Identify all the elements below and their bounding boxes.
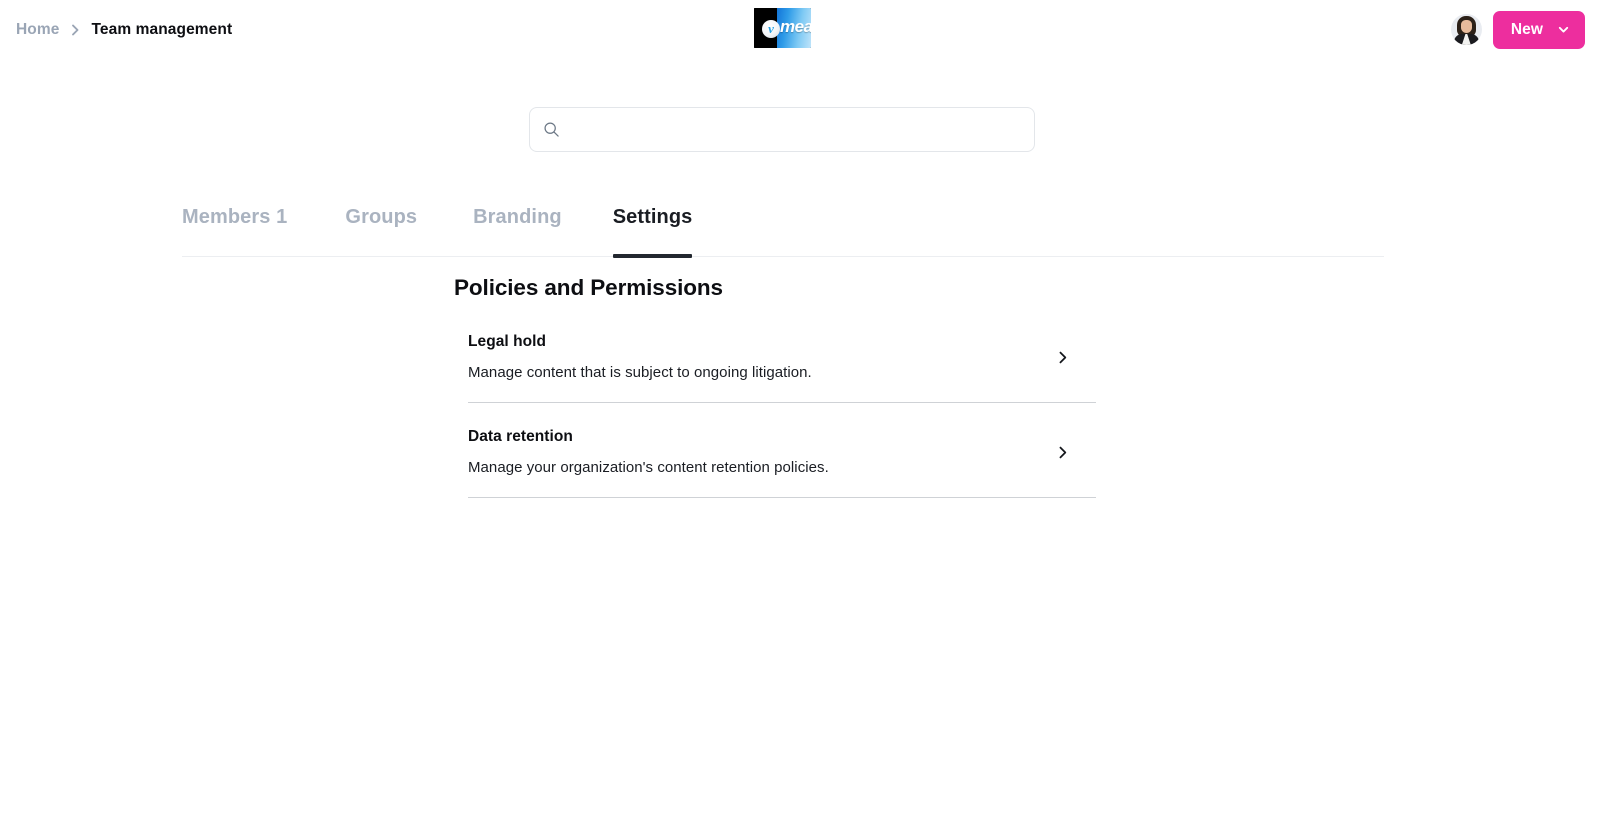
breadcrumb: Home Team management — [16, 19, 232, 41]
new-button-label: New — [1511, 21, 1543, 39]
search-bar — [529, 107, 1035, 152]
new-button[interactable]: New — [1493, 11, 1585, 49]
chevron-right-icon[interactable] — [1052, 350, 1072, 365]
chevron-right-icon — [68, 23, 82, 37]
tab-branding[interactable]: Branding — [473, 205, 562, 257]
app-header: Home Team management mea v New — [0, 0, 1600, 59]
tab-groups[interactable]: Groups — [345, 205, 417, 257]
tab-members[interactable]: Members 1 — [182, 205, 287, 257]
logo-wordmark: mea — [780, 17, 811, 37]
avatar[interactable] — [1451, 14, 1482, 45]
policy-description: Manage content that is subject to ongoin… — [468, 363, 812, 382]
chevron-right-icon[interactable] — [1052, 445, 1072, 460]
policy-row-legal-hold[interactable]: Legal hold Manage content that is subjec… — [468, 332, 1096, 403]
page-title: Policies and Permissions — [454, 274, 1096, 302]
policy-name: Data retention — [468, 427, 829, 446]
policy-description: Manage your organization's content reten… — [468, 458, 829, 477]
breadcrumb-link-home[interactable]: Home — [16, 19, 59, 41]
policy-name: Legal hold — [468, 332, 812, 351]
chevron-down-icon — [1556, 22, 1571, 37]
settings-panel: Policies and Permissions Legal hold Mana… — [454, 274, 1096, 498]
logo-v-letter: v — [768, 22, 774, 35]
header-actions: New — [1451, 0, 1585, 59]
search-box[interactable] — [529, 107, 1035, 152]
search-input[interactable] — [570, 108, 1021, 151]
policy-text-group: Data retention Manage your organization'… — [468, 427, 829, 477]
breadcrumb-current-page: Team management — [91, 19, 232, 41]
logo-v-mark: v — [762, 20, 780, 38]
policy-row-data-retention[interactable]: Data retention Manage your organization'… — [468, 403, 1096, 498]
policy-list: Legal hold Manage content that is subjec… — [468, 332, 1110, 498]
vimeo-logo[interactable]: mea v — [754, 8, 811, 48]
tab-bar: Members 1 Groups Branding Settings — [182, 205, 1384, 257]
search-icon — [543, 121, 560, 138]
avatar-face — [1461, 20, 1472, 33]
policy-text-group: Legal hold Manage content that is subjec… — [468, 332, 812, 382]
tab-settings[interactable]: Settings — [613, 205, 693, 257]
